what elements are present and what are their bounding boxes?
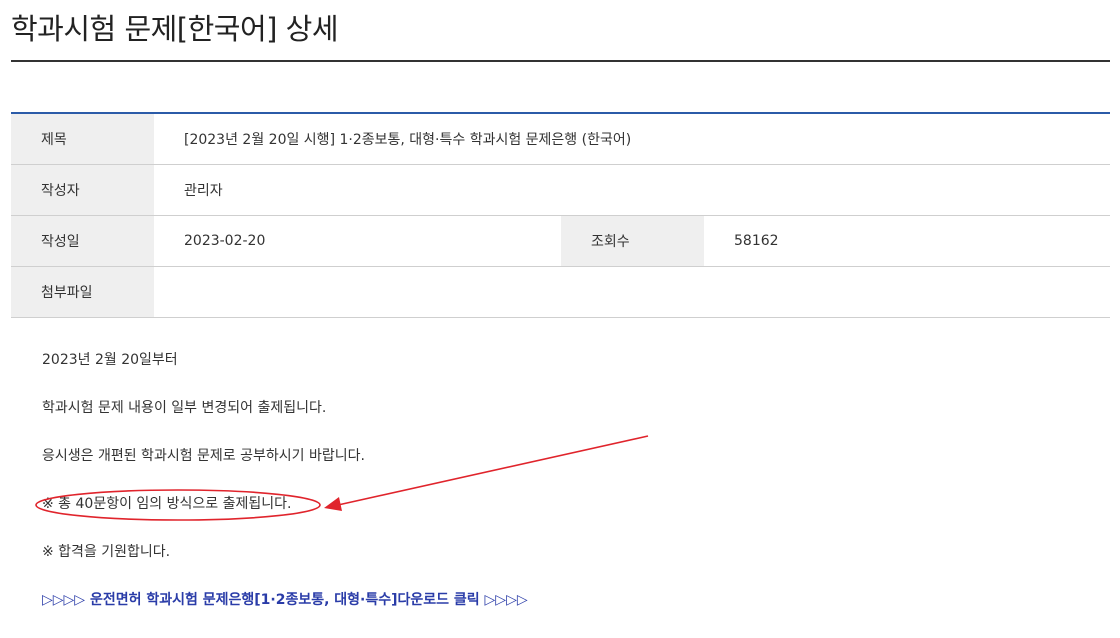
views-label: 조회수 bbox=[561, 215, 704, 267]
body-line: ※ 합격을 기원합니다. bbox=[42, 544, 171, 560]
body-line: 응시생은 개편된 학과시험 문제로 공부하시기 바랍니다. bbox=[42, 448, 365, 464]
body-line: 학과시험 문제 내용이 일부 변경되어 출제됩니다. bbox=[42, 400, 327, 416]
author-row: 작성자 관리자 bbox=[11, 164, 1111, 216]
subject-row: 제목 [2023년 2월 20일 시행] 1·2종보통, 대형·특수 학과시험 … bbox=[11, 113, 1111, 165]
date-value: 2023-02-20 bbox=[154, 215, 561, 267]
title-divider bbox=[11, 60, 1110, 62]
subject-value: [2023년 2월 20일 시행] 1·2종보통, 대형·특수 학과시험 문제은… bbox=[154, 113, 1111, 165]
author-label: 작성자 bbox=[11, 164, 154, 216]
body-line-highlighted: ※ 총 40문항이 임의 방식으로 출제됩니다. bbox=[42, 496, 292, 512]
author-value: 관리자 bbox=[154, 164, 1111, 216]
attachment-row: 첨부파일 bbox=[11, 266, 1111, 318]
attachment-label: 첨부파일 bbox=[11, 266, 154, 318]
post-body: 2023년 2월 20일부터 학과시험 문제 내용이 일부 변경되어 출제됩니다… bbox=[42, 350, 528, 638]
post-info-table: 제목 [2023년 2월 20일 시행] 1·2종보통, 대형·특수 학과시험 … bbox=[11, 112, 1111, 318]
body-line: 2023년 2월 20일부터 bbox=[42, 352, 178, 368]
download-link[interactable]: ▷▷▷▷ 운전면허 학과시험 문제은행[1·2종보통, 대형·특수]다운로드 클… bbox=[42, 592, 528, 608]
page-title: 학과시험 문제[한국어] 상세 bbox=[11, 12, 339, 46]
attachment-value bbox=[154, 266, 1111, 318]
subject-label: 제목 bbox=[11, 113, 154, 165]
date-label: 작성일 bbox=[11, 215, 154, 267]
views-value: 58162 bbox=[704, 215, 1111, 267]
date-views-row: 작성일 2023-02-20 조회수 58162 bbox=[11, 215, 1111, 267]
